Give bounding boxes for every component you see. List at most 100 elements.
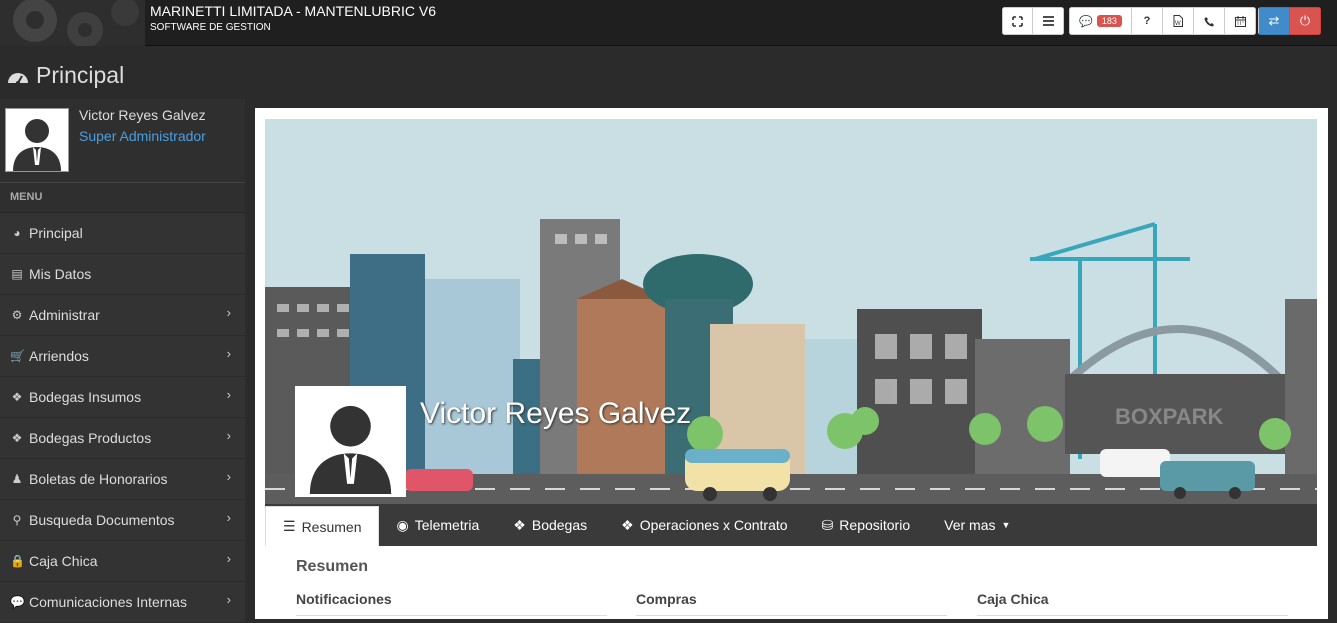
phone-button[interactable] <box>1194 7 1225 35</box>
cubes-icon: ❖ <box>513 516 526 533</box>
sidebar-item-principal[interactable]: ◕ Principal <box>0 213 245 254</box>
exchange-icon: ⇄ <box>1268 13 1280 28</box>
sidebar-item-boletas-honorarios[interactable]: ♟ Boletas de Honorarios › <box>0 459 245 500</box>
user-box: Victor Reyes Galvez Super Administrador <box>0 99 245 183</box>
page-title-text: Principal <box>36 62 125 88</box>
messages-button[interactable]: 💬 183 <box>1069 7 1132 35</box>
tab-resumen[interactable]: ☰ Resumen <box>265 506 380 546</box>
messages-count-badge: 183 <box>1096 15 1122 27</box>
chevron-right-icon: › <box>226 469 231 484</box>
sidebar-item-label: Bodegas Productos <box>29 430 152 446</box>
tab-bodegas[interactable]: ❖ Bodegas <box>496 504 604 546</box>
sidebar-item-arriendos[interactable]: 🛒 Arriendos › <box>0 336 245 377</box>
phone-icon <box>1204 16 1214 26</box>
user-icon: ♟ <box>11 472 23 486</box>
boxpark-sign: BOXPARK <box>1115 404 1223 429</box>
profile-avatar[interactable] <box>295 386 406 497</box>
power-icon: ⏻ <box>1299 13 1311 28</box>
app-title: MARINETTI LIMITADA - MANTENLUBRIC V6 <box>150 3 436 19</box>
chevron-right-icon: › <box>226 551 231 566</box>
cubes-icon: ❖ <box>11 390 23 404</box>
sidebar-item-comunicaciones-internas[interactable]: 💬 Comunicaciones Internas › <box>0 582 245 623</box>
menu-toggle-button[interactable] <box>1033 7 1064 35</box>
id-card-icon: ▤ <box>11 267 23 281</box>
app-subtitle: SOFTWARE DE GESTION <box>150 22 271 33</box>
word-file-icon: W <box>1173 15 1183 27</box>
calendar-button[interactable] <box>1225 7 1256 35</box>
lock-icon: 🔒 <box>10 554 25 568</box>
sidebar-item-label: Bodegas Insumos <box>29 389 142 405</box>
toolbar-tools-group: 💬 183 ? W <box>1069 7 1256 35</box>
sidebar-item-caja-chica[interactable]: 🔒 Caja Chica › <box>0 541 245 582</box>
toolbar-view-group <box>1002 7 1064 35</box>
tab-telemetria[interactable]: ◉ Telemetria <box>379 504 496 546</box>
summary-title: Resumen <box>296 558 369 575</box>
tab-label: Resumen <box>301 518 362 535</box>
chevron-right-icon: › <box>226 428 231 443</box>
caja-chica-heading: Caja Chica <box>977 591 1288 616</box>
user-silhouette-icon <box>13 119 61 171</box>
gear-icon: ⚙ <box>11 308 23 322</box>
fullscreen-button[interactable] <box>1002 7 1033 35</box>
chevron-right-icon: › <box>226 592 231 607</box>
dashboard-icon <box>8 72 28 85</box>
sidebar-item-label: Arriendos <box>29 348 89 364</box>
profile-name: Victor Reyes Galvez <box>420 397 692 430</box>
page-header: Principal <box>0 47 1337 99</box>
hamburger-icon <box>1042 16 1054 26</box>
sidebar-item-label: Mis Datos <box>29 266 92 282</box>
tab-label: Bodegas <box>531 517 588 533</box>
sidebar-item-label: Busqueda Documentos <box>29 512 175 528</box>
tab-label: Repositorio <box>839 517 911 533</box>
sidebar-item-busqueda-documentos[interactable]: ⚲ Busqueda Documentos › <box>0 500 245 541</box>
sidebar-item-bodegas-insumos[interactable]: ❖ Bodegas Insumos › <box>0 377 245 418</box>
expand-icon <box>1012 15 1023 27</box>
city-illustration: BOXPARK <box>265 119 1317 504</box>
dashboard-icon: ◕ <box>13 226 21 240</box>
list-icon: ☰ <box>283 518 296 534</box>
user-name: Victor Reyes Galvez <box>79 107 206 123</box>
switch-button[interactable]: ⇄ <box>1258 7 1290 35</box>
avatar[interactable] <box>5 108 69 172</box>
menu-heading: MENU <box>0 183 245 213</box>
sidebar-item-label: Administrar <box>29 307 100 323</box>
compras-heading: Compras <box>636 591 947 616</box>
database-icon: ⛁ <box>821 516 834 533</box>
user-role[interactable]: Super Administrador <box>79 128 206 144</box>
chevron-right-icon: › <box>226 387 231 402</box>
sidebar-item-label: Principal <box>29 225 83 241</box>
profile-tabs: ☰ Resumen ◉ Telemetria ❖ Bodegas ❖ Opera… <box>265 504 1317 546</box>
document-button[interactable]: W <box>1163 7 1194 35</box>
svg-text:W: W <box>1175 21 1181 27</box>
notificaciones-heading: Notificaciones <box>296 591 607 616</box>
sidebar-item-administrar[interactable]: ⚙ Administrar › <box>0 295 245 336</box>
tab-label: Operaciones x Contrato <box>639 517 788 533</box>
cart-icon: 🛒 <box>10 349 25 363</box>
chevron-right-icon: › <box>226 510 231 525</box>
help-button[interactable]: ? <box>1132 7 1163 35</box>
cubes-icon: ❖ <box>11 431 23 445</box>
tab-operaciones-contrato[interactable]: ❖ Operaciones x Contrato <box>604 504 804 546</box>
sidebar-item-label: Caja Chica <box>29 553 98 569</box>
sidebar-item-label: Comunicaciones Internas <box>29 594 187 610</box>
caret-down-icon: ▼ <box>1001 520 1011 530</box>
sidebar-item-bodegas-productos[interactable]: ❖ Bodegas Productos › <box>0 418 245 459</box>
tab-repositorio[interactable]: ⛁ Repositorio <box>805 504 928 546</box>
chevron-right-icon: › <box>226 346 231 361</box>
comment-icon: 💬 <box>1079 15 1093 28</box>
cubes-icon: ❖ <box>621 516 634 533</box>
top-bar: MARINETTI LIMITADA - MANTENLUBRIC V6 SOF… <box>0 0 1337 46</box>
tab-ver-mas[interactable]: Ver mas ▼ <box>927 504 1027 546</box>
toolbar-session-group: ⇄ ⏻ <box>1258 7 1321 35</box>
user-silhouette-icon <box>309 405 392 494</box>
target-icon: ◉ <box>396 516 409 533</box>
logout-button[interactable]: ⏻ <box>1290 7 1321 35</box>
gears-logo <box>0 0 145 46</box>
sidebar: Victor Reyes Galvez Super Administrador … <box>0 99 245 623</box>
page-title: Principal <box>6 62 124 89</box>
sidebar-item-mis-datos[interactable]: ▤ Mis Datos <box>0 254 245 295</box>
tab-label: Telemetria <box>414 517 480 533</box>
tab-label: Ver mas <box>944 517 996 533</box>
calendar-icon <box>1234 15 1246 27</box>
main-panel: BOXPARK Victor Reyes Galvez ☰ Resumen ◉ … <box>255 108 1328 619</box>
